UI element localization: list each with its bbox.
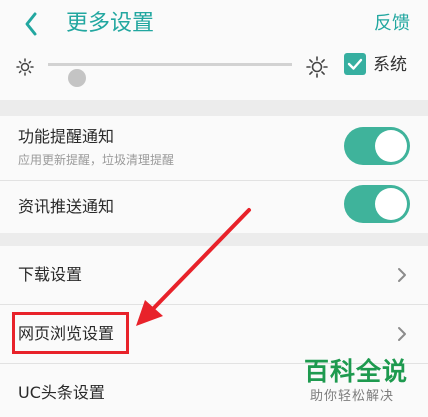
feature-reminder-toggle[interactable] [344, 127, 410, 165]
news-push-label: 资讯推送通知 [18, 197, 115, 216]
uc-headlines-settings-label: UC头条设置 [18, 383, 105, 402]
toggle-knob [375, 130, 407, 162]
feedback-button[interactable]: 反馈 [374, 11, 410, 37]
chevron-right-icon [398, 268, 406, 282]
system-brightness-checkbox[interactable] [344, 53, 366, 75]
feature-reminder-row[interactable]: 功能提醒通知 应用更新提醒，垃圾清理提醒 [0, 116, 428, 180]
download-settings-label: 下载设置 [18, 265, 83, 284]
brightness-row: 系统 [0, 50, 428, 100]
notification-settings-group: 功能提醒通知 应用更新提醒，垃圾清理提醒 资讯推送通知 [0, 116, 428, 233]
highlight-box [12, 312, 129, 354]
watermark-subtitle: 助你轻松解决 [310, 389, 395, 404]
watermark-logo: 百科全说 助你轻松解决 [304, 356, 420, 412]
brightness-slider-thumb[interactable] [68, 69, 87, 87]
download-settings-row[interactable]: 下载设置 [0, 246, 428, 304]
news-push-toggle[interactable] [344, 185, 410, 223]
low-brightness-icon [16, 58, 34, 76]
news-push-row[interactable]: 资讯推送通知 [0, 181, 428, 233]
watermark-title: 百科全说 [304, 357, 409, 386]
feature-reminder-label: 功能提醒通知 [18, 127, 115, 146]
feature-reminder-description: 应用更新提醒，垃圾清理提醒 [18, 153, 175, 167]
checkmark-icon [347, 58, 363, 70]
page-title: 更多设置 [66, 11, 155, 36]
system-brightness-label: 系统 [373, 55, 407, 75]
toggle-knob [375, 188, 407, 220]
brightness-slider[interactable] [48, 63, 292, 87]
high-brightness-icon [306, 56, 328, 78]
chevron-right-icon [398, 327, 406, 341]
title-bar: 更多设置 反馈 [0, 0, 428, 50]
back-arrow-icon[interactable] [20, 9, 44, 39]
